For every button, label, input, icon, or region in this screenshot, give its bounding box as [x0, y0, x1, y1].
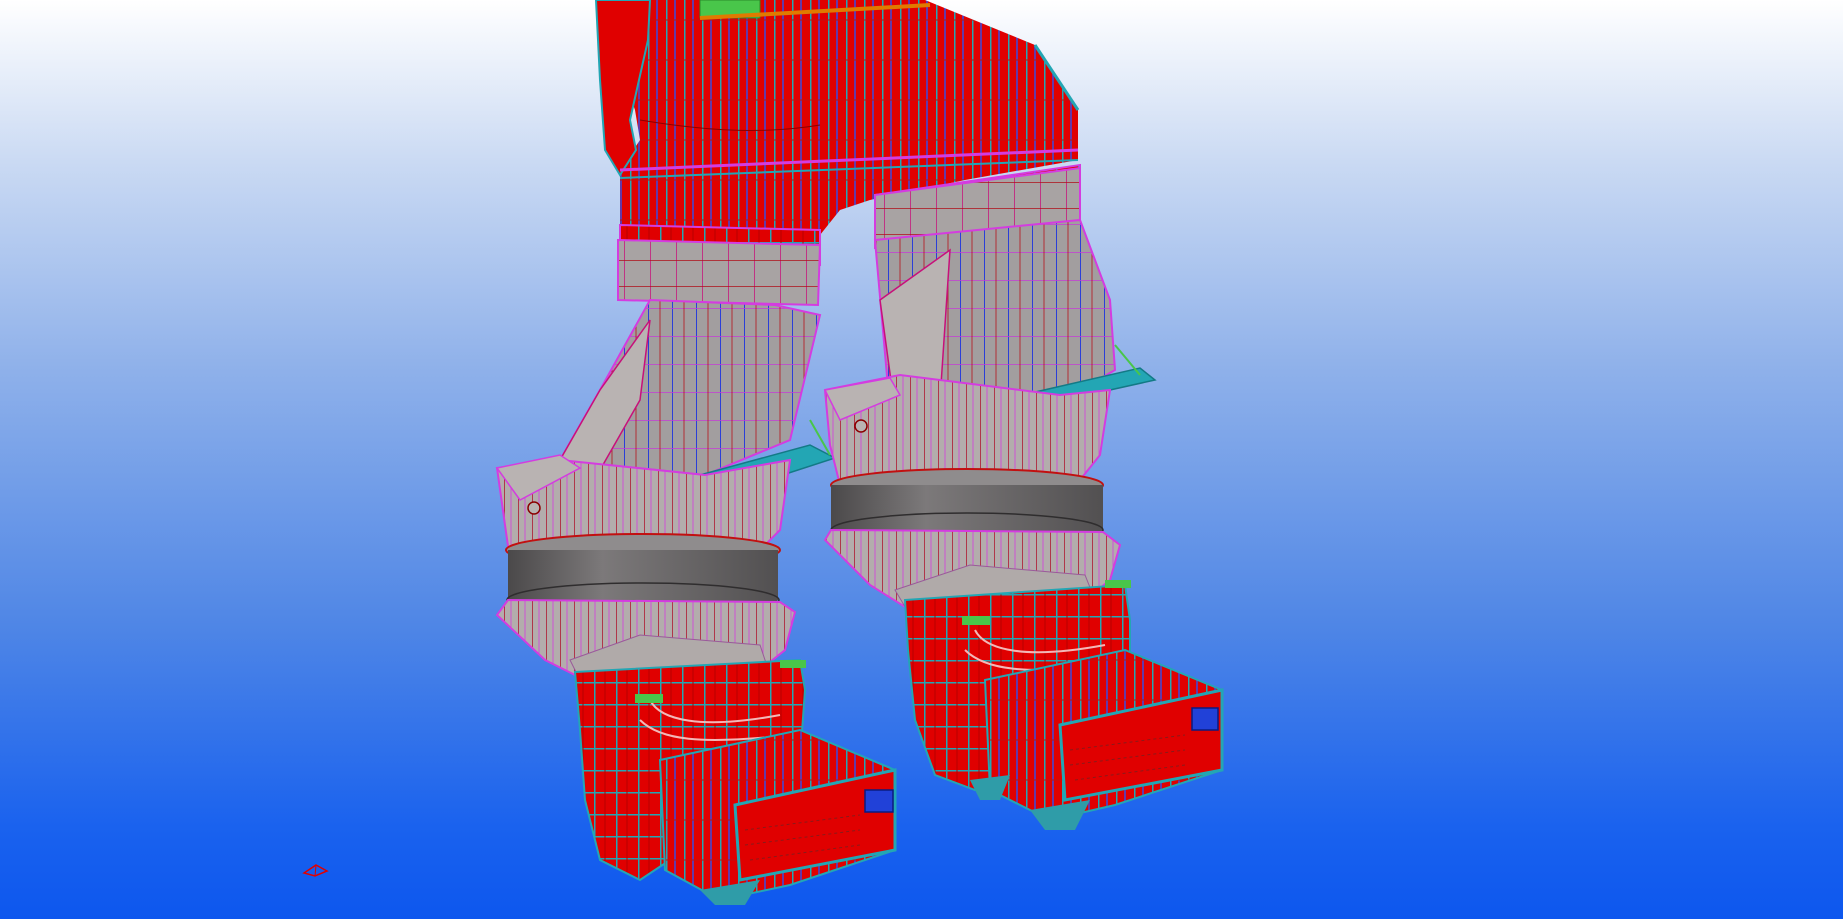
right-duct-column[interactable] [823, 166, 1224, 830]
axis-triad-icon [302, 864, 329, 877]
duct-model-3d[interactable] [0, 0, 1843, 919]
left-duct-column[interactable] [495, 238, 897, 905]
3d-viewport[interactable] [0, 0, 1843, 919]
